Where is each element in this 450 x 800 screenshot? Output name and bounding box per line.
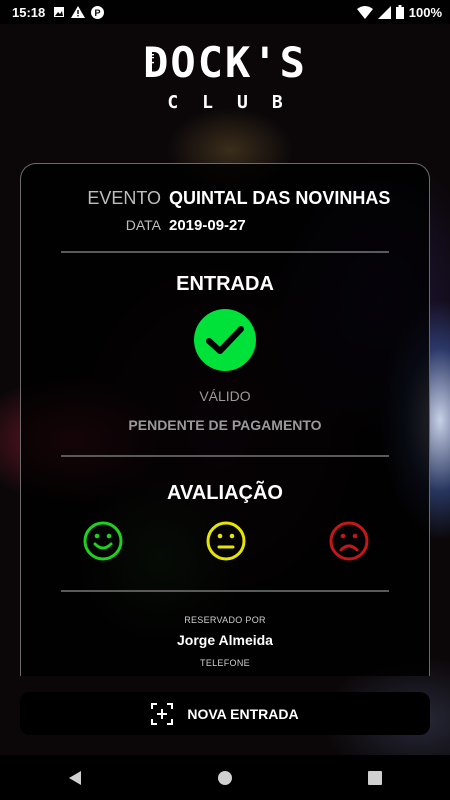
valid-status-text: VÁLIDO [199,388,251,404]
date-label: DATA [125,217,161,233]
status-right: 100% [356,4,442,20]
event-label: EVENTO [87,188,161,208]
back-icon [69,770,81,785]
home-button[interactable] [205,758,245,798]
divider [61,590,389,592]
happy-face-icon[interactable] [83,521,123,561]
payment-status-text: PENDENTE DE PAGAMENTO [128,417,322,433]
image-icon [54,7,65,17]
signal-icon [377,5,391,19]
club-logo: THE DOCK'S CLUB [0,40,450,125]
wifi-icon [356,5,373,19]
avaliacao-title: AVALIAÇÃO [167,482,283,504]
status-left-icons: P [53,5,105,19]
neutral-face-icon[interactable] [206,521,246,561]
svg-text:P: P [95,8,101,18]
logo-main: THE DOCK'S [143,40,307,86]
status-bar: 15:18 P 100% [0,0,450,24]
battery-icon [395,5,404,19]
reserved-by-label: RESERVADO POR [184,615,266,625]
check-icon [194,309,256,371]
divider [61,251,389,253]
navigation-bar [0,755,450,800]
new-entry-label: NOVA ENTRADA [187,705,299,722]
date-row: DATA 2019-09-27 [21,217,429,234]
status-time: 15:18 [12,4,46,20]
divider [61,455,389,457]
home-icon [218,770,232,785]
battery-percent: 100% [408,4,442,20]
recents-button[interactable] [355,758,395,798]
phone-label: TELEFONE [200,658,250,668]
logo-club: CLUB [167,92,307,113]
entrada-title: ENTRADA [176,273,274,295]
date-value: 2019-09-27 [169,217,246,234]
event-value: QUINTAL DAS NOVINHAS [169,188,391,208]
new-entry-button[interactable]: NOVA ENTRADA [20,692,430,735]
event-row: EVENTO QUINTAL DAS NOVINHAS [21,188,429,209]
logo-the: THE [147,46,158,66]
scan-add-icon [151,702,174,725]
ticket-card: EVENTO QUINTAL DAS NOVINHAS DATA 2019-09… [20,163,430,676]
back-button[interactable] [55,758,95,798]
alert-icon [71,6,86,18]
recents-icon [368,770,382,785]
reserved-by-name: Jorge Almeida [177,632,273,648]
sad-face-icon[interactable] [329,521,369,561]
parking-icon: P [91,5,105,19]
